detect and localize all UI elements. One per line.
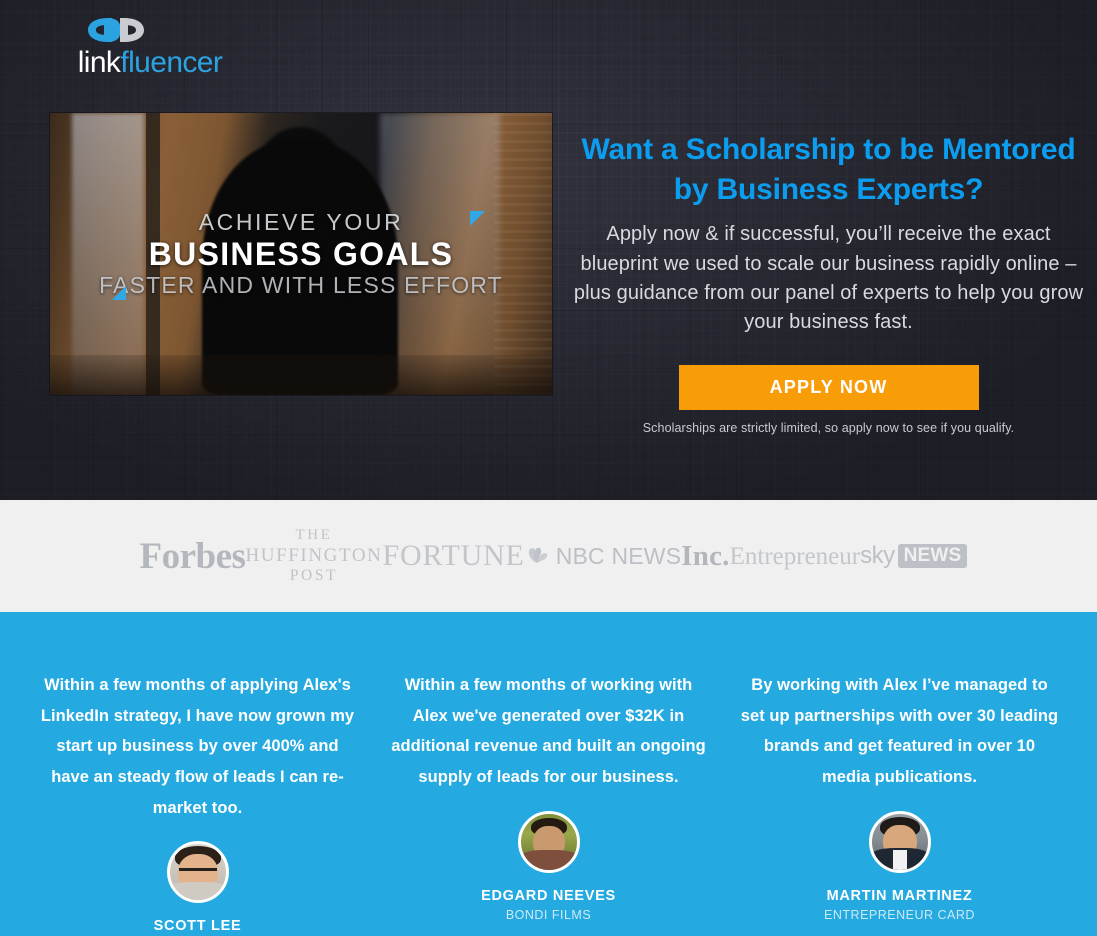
press-logo-sky-news: sky NEWS [860, 542, 968, 569]
page-headline: Want a Scholarship to be Mentored by Bus… [581, 133, 1076, 206]
hero-section: linkfluencer ACHIEVE YOUR BUSINESS GOALS… [0, 0, 1097, 500]
testimonial-author-name: MARTIN MARTINEZ [826, 887, 973, 904]
testimonial-card: Within a few months of working with Alex… [373, 670, 724, 936]
press-logo-fortune: FORTUNE [382, 539, 525, 572]
triangle-accent-top-right-icon [470, 211, 485, 226]
avatar-wrapper [868, 810, 931, 873]
press-logo-entrepreneur: Entrepreneur [729, 542, 861, 570]
apply-now-button[interactable]: APPLY NOW [678, 364, 979, 410]
video-text-overlay: ACHIEVE YOUR BUSINESS GOALS FASTER AND W… [50, 113, 552, 395]
sky-news-badge: NEWS [897, 544, 968, 568]
chain-link-icon [78, 12, 154, 48]
press-logo-inc: Inc. [681, 539, 730, 572]
huffpost-line-2: HUFFINGTON [245, 545, 383, 567]
page-subheadline: Apply now & if successful, you’ll receiv… [573, 223, 1084, 334]
testimonial-card: By working with Alex I’ve managed to set… [724, 670, 1075, 936]
testimonials-section: Within a few months of applying Alex's L… [0, 612, 1097, 936]
press-logo-forbes: Forbes [139, 535, 246, 577]
logo-word-link: link [77, 46, 121, 79]
testimonial-card: Within a few months of applying Alex's L… [22, 670, 373, 936]
avatar [868, 810, 931, 873]
logo-word-fluencer: fluencer [120, 46, 223, 79]
avatar-wrapper [166, 841, 229, 904]
press-logo-huffington-post: THE HUFFINGTON POST [245, 526, 382, 586]
testimonial-author-name: EDGARD NEEVES [481, 887, 616, 904]
testimonial-author-company: ENTREPRENEUR CARD [824, 907, 975, 922]
nbc-peacock-icon [525, 543, 549, 569]
logo-wordmark: linkfluencer [50, 46, 250, 80]
testimonial-quote: Within a few months of working with Alex… [391, 676, 706, 787]
testimonial-author-name: SCOTT LEE [153, 918, 242, 935]
avatar-wrapper [517, 810, 580, 873]
huffpost-line-1: THE [295, 526, 333, 543]
testimonial-quote: Within a few months of applying Alex's L… [40, 676, 355, 817]
cta-disclaimer-text: Scholarships are strictly limited, so ap… [642, 420, 1015, 435]
press-logo-nbc-news: NBC NEWS [525, 543, 682, 569]
testimonial-quote: By working with Alex I’ve managed to set… [740, 676, 1059, 787]
press-logo-strip: Forbes THE HUFFINGTON POST FORTUNE NBC N… [0, 500, 1097, 612]
video-thumbnail[interactable]: ACHIEVE YOUR BUSINESS GOALS FASTER AND W… [50, 113, 552, 395]
sky-label: sky [860, 542, 895, 569]
nbc-news-label: NBC NEWS [555, 542, 682, 569]
site-logo[interactable]: linkfluencer [50, 10, 250, 88]
triangle-accent-bottom-left-icon [112, 286, 126, 300]
video-overlay-line-1: ACHIEVE YOUR [198, 209, 404, 236]
testimonial-author-company: BONDI FILMS [505, 907, 592, 922]
hero-copy-column: Want a Scholarship to be Mentored by Bus… [570, 130, 1087, 435]
video-overlay-line-3: FASTER AND WITH LESS EFFORT [99, 271, 503, 298]
huffpost-line-3: POST [289, 567, 339, 585]
avatar [517, 810, 580, 873]
avatar [166, 841, 229, 904]
video-overlay-line-2: BUSINESS GOALS [148, 236, 454, 273]
